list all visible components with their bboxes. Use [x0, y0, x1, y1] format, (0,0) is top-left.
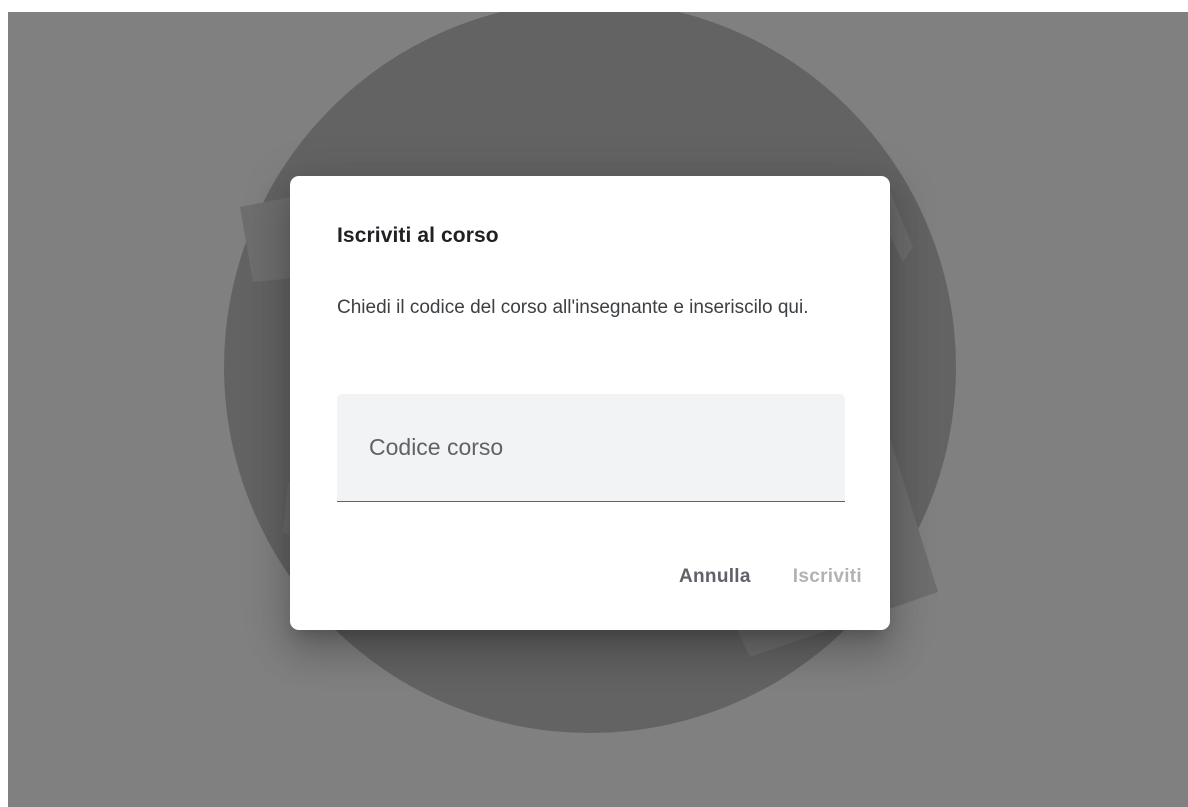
cancel-button[interactable]: Annulla	[665, 554, 765, 600]
class-code-field[interactable]	[337, 394, 845, 502]
class-code-input[interactable]	[337, 394, 845, 501]
modal-scrim[interactable]: Iscriviti al corso Chiedi il codice del …	[8, 12, 1188, 807]
join-class-dialog: Iscriviti al corso Chiedi il codice del …	[290, 176, 890, 630]
dialog-title: Iscriviti al corso	[337, 224, 499, 247]
dialog-actions: Annulla Iscriviti	[665, 554, 890, 600]
join-button[interactable]: Iscriviti	[779, 554, 876, 600]
dialog-description: Chiedi il codice del corso all'insegnant…	[337, 297, 809, 318]
